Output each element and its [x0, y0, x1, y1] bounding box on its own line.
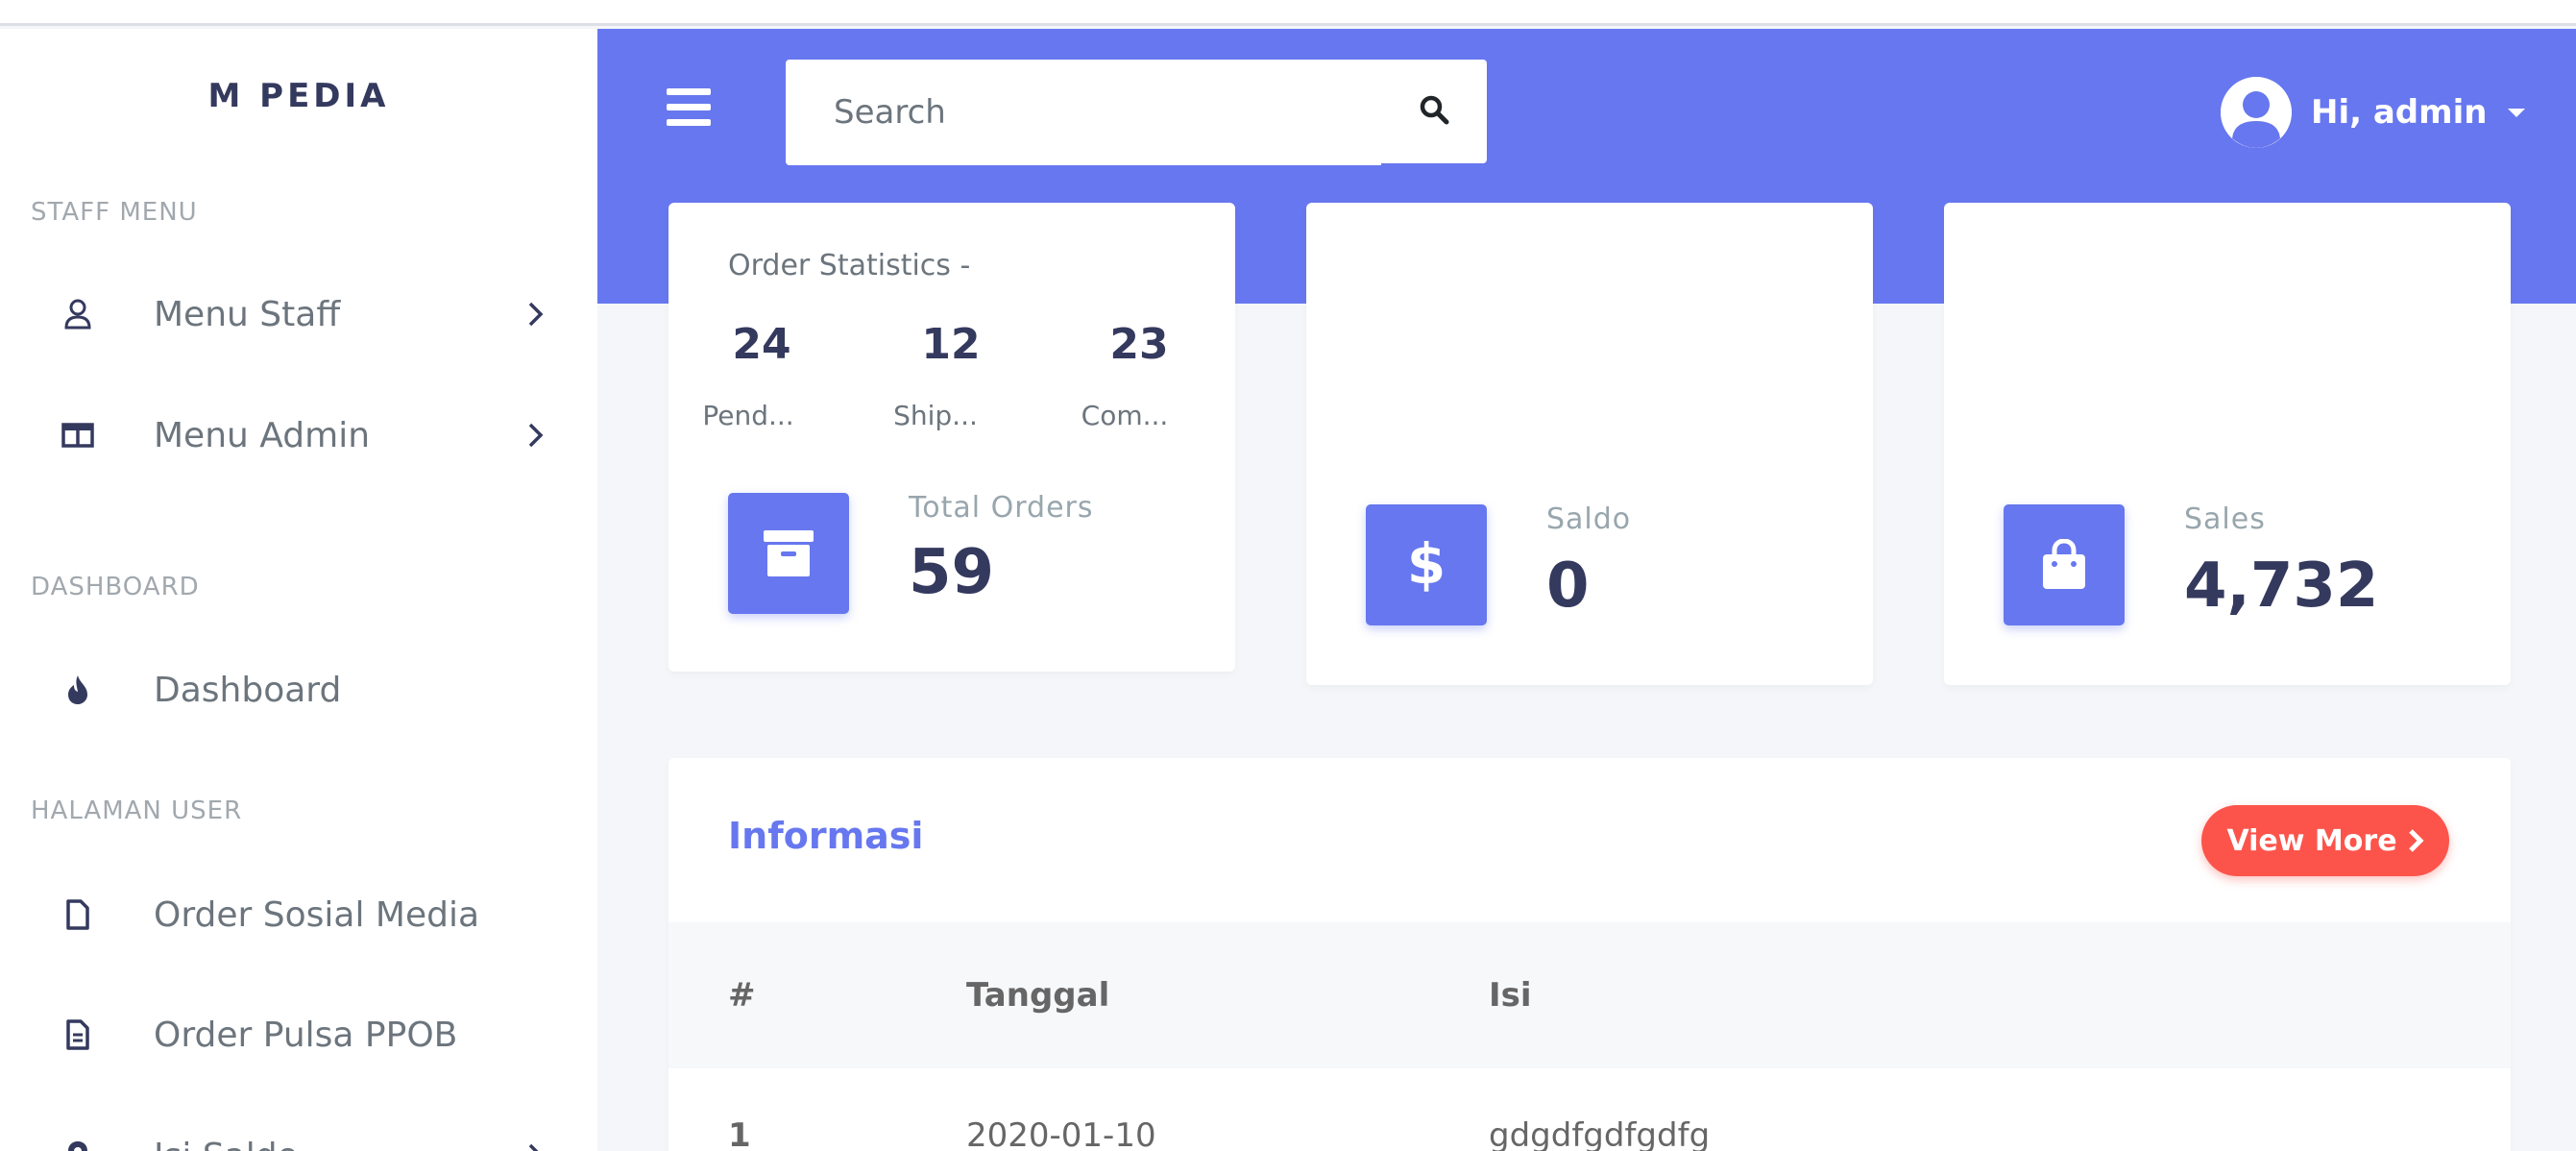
column-header-number: #	[728, 976, 756, 1015]
chevron-right-icon	[519, 1139, 553, 1151]
table-cell-number: 1	[728, 1116, 751, 1151]
menu-header-halaman-user: HALAMAN USER	[31, 796, 243, 825]
stat-completed-value: 23	[1109, 320, 1169, 369]
sidebar-item-label: Menu Admin	[154, 415, 371, 455]
table-cell-isi: gdgdfgdfgdfg	[1489, 1116, 1711, 1151]
stat-pending-label: Pend...	[702, 400, 794, 431]
order-statistics-title[interactable]: Order Statistics -	[728, 249, 970, 282]
column-header-isi[interactable]: Isi	[1489, 976, 1532, 1015]
sidebar-item-order-sosial-media[interactable]: Order Sosial Media	[0, 871, 597, 958]
user-icon	[61, 298, 94, 331]
chevron-right-icon	[519, 418, 553, 453]
table-header	[668, 922, 2511, 1068]
total-orders-label: Total Orders	[909, 491, 1094, 525]
view-more-label: View More	[2226, 823, 2397, 858]
sidebar-item-label: Isi Saldo	[154, 1137, 299, 1151]
sidebar-item-label: Order Pulsa PPOB	[154, 1015, 458, 1055]
informasi-title: Informasi	[728, 815, 924, 857]
user-dropdown[interactable]: Hi, admin	[2221, 77, 2526, 148]
columns-icon	[61, 419, 94, 452]
fire-icon	[61, 673, 94, 706]
table-cell-tanggal: 2020-01-10	[966, 1116, 1156, 1151]
file-icon	[61, 898, 94, 931]
sales-label: Sales	[2184, 502, 2266, 536]
stat-completed-label: Com...	[1081, 400, 1169, 431]
search-button[interactable]	[1381, 60, 1487, 163]
shopping-bag-icon	[2004, 504, 2125, 625]
sales-value: 4,732	[2184, 551, 2379, 622]
user-greeting: Hi, admin	[2311, 93, 2488, 132]
sidebar-item-menu-staff[interactable]: Menu Staff	[0, 271, 597, 357]
file-alt-icon	[61, 1018, 94, 1051]
stat-shipping-value: 12	[921, 320, 981, 369]
archive-icon	[728, 493, 849, 614]
avatar	[2221, 77, 2292, 148]
window-top-strip	[0, 0, 2576, 26]
menu-header-staff: STAFF MENU	[31, 198, 198, 227]
total-orders-value: 59	[909, 537, 995, 608]
sidebar-item-label: Dashboard	[154, 670, 342, 710]
sidebar: M PEDIA STAFF MENU Menu Staff Menu Admin…	[0, 29, 597, 1151]
chevron-right-icon	[2407, 828, 2424, 853]
stat-pending-value: 24	[732, 320, 791, 369]
saldo-value: 0	[1546, 551, 1590, 622]
column-header-tanggal[interactable]: Tanggal	[966, 976, 1109, 1015]
search-input[interactable]	[786, 60, 1381, 165]
svg-text:$: $	[1407, 535, 1446, 595]
saldo-label: Saldo	[1546, 502, 1632, 536]
sales-card: Sales 4,732	[1944, 203, 2511, 685]
brand-logo[interactable]: M PEDIA	[0, 77, 597, 115]
sidebar-item-order-pulsa-ppob[interactable]: Order Pulsa PPOB	[0, 992, 597, 1078]
search-icon	[1419, 94, 1449, 129]
order-statistics-card: Order Statistics - 24 Pend... 12 Ship...…	[668, 203, 1235, 672]
view-more-button[interactable]: View More	[2201, 805, 2449, 876]
chevron-right-icon	[519, 297, 553, 331]
sidebar-item-isi-saldo[interactable]: Isi Saldo	[0, 1113, 597, 1151]
sidebar-item-label: Order Sosial Media	[154, 894, 480, 935]
saldo-card: $ Saldo 0	[1306, 203, 1873, 685]
sidebar-item-menu-admin[interactable]: Menu Admin	[0, 392, 597, 478]
map-marker-icon	[61, 1139, 94, 1151]
menu-toggle-icon[interactable]	[667, 88, 711, 127]
menu-header-dashboard: DASHBOARD	[31, 573, 200, 601]
caret-down-icon	[2508, 108, 2526, 117]
sidebar-item-dashboard[interactable]: Dashboard	[0, 647, 597, 733]
stat-shipping-label: Ship...	[893, 400, 978, 431]
search-field[interactable]	[786, 60, 1381, 165]
sidebar-item-label: Menu Staff	[154, 294, 341, 334]
dollar-icon: $	[1366, 504, 1487, 625]
